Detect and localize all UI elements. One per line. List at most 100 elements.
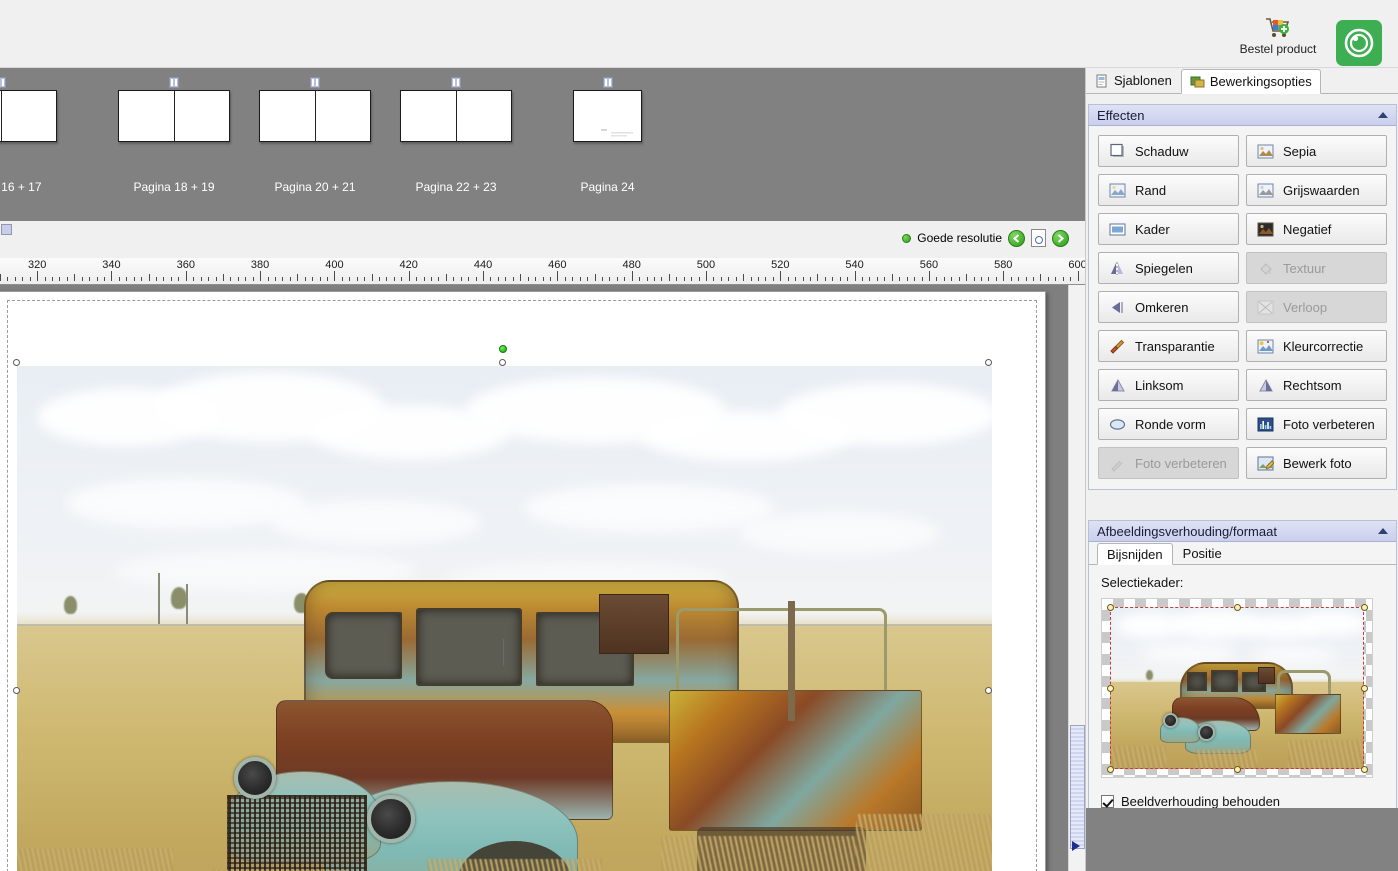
ruler-tick <box>208 277 209 281</box>
crop-marquee[interactable] <box>1110 607 1364 769</box>
ruler-tick <box>476 277 477 281</box>
effect-button-label: Spiegelen <box>1135 261 1193 276</box>
ruler-tick <box>119 277 120 281</box>
crop-handle-top-center[interactable] <box>1234 604 1241 611</box>
previous-photo-button[interactable] <box>1008 230 1025 247</box>
ruler-tick <box>7 277 8 281</box>
effects-section-header[interactable]: Effecten <box>1089 105 1396 126</box>
ruler-tick <box>134 277 135 281</box>
page-spread-thumb[interactable]: Pagina 16 + 17 <box>0 90 57 142</box>
effect-button-label: Grijswaarden <box>1283 183 1360 198</box>
effect-button-schaduw[interactable]: Schaduw <box>1098 135 1239 167</box>
magic-wand-icon <box>1109 455 1126 472</box>
tab-bijsnijden[interactable]: Bijsnijden <box>1097 543 1173 565</box>
ruler-tick <box>513 277 514 281</box>
effect-button-kader[interactable]: Kader <box>1098 213 1239 245</box>
chevron-up-icon[interactable] <box>1378 528 1388 534</box>
canvas-vertical-scrollbar[interactable] <box>1068 285 1085 871</box>
selected-photo[interactable] <box>17 366 992 871</box>
resize-handle-top-right[interactable] <box>985 359 992 366</box>
ruler-tick <box>141 277 142 281</box>
page-spread-thumb[interactable]: Pagina 18 + 19 <box>118 90 230 142</box>
effect-button-omkeren[interactable]: Omkeren <box>1098 291 1239 323</box>
brand-logo-button[interactable] <box>1336 20 1382 66</box>
resize-handle-top-left[interactable] <box>13 359 20 366</box>
effect-button-ronde-vorm[interactable]: Ronde vorm <box>1098 408 1239 440</box>
effect-button-negatief[interactable]: Negatief <box>1246 213 1387 245</box>
effect-button-transparantie[interactable]: Transparantie <box>1098 330 1239 362</box>
tab-positie[interactable]: Positie <box>1173 542 1232 564</box>
preview-document-button[interactable] <box>1031 229 1046 247</box>
chevron-up-icon[interactable] <box>1378 112 1388 118</box>
ruler-tick <box>498 277 499 281</box>
ruler-tick <box>580 277 581 281</box>
panel-bottom-filler <box>1086 808 1398 871</box>
ruler-tick <box>825 277 826 281</box>
effect-button-grijswaarden[interactable]: Grijswaarden <box>1246 174 1387 206</box>
ruler-tick <box>959 277 960 281</box>
ruler-tick <box>773 277 774 281</box>
crop-handle-top-left[interactable] <box>1107 604 1114 611</box>
crop-handle-bottom-right[interactable] <box>1361 766 1368 773</box>
ruler-tick <box>988 277 989 281</box>
next-photo-button[interactable] <box>1052 230 1069 247</box>
crop-handle-middle-right[interactable] <box>1361 685 1368 692</box>
effect-button-foto-verbeteren[interactable]: Foto verbeteren <box>1246 408 1387 440</box>
ruler-tick <box>713 277 714 281</box>
page-spread-thumb[interactable]: Pagina 22 + 23 <box>400 90 512 142</box>
ruler-tick <box>268 277 269 281</box>
effect-button-label: Foto verbeteren <box>1135 456 1227 471</box>
ruler-tick <box>951 277 952 281</box>
resize-handle-middle-left[interactable] <box>13 687 20 694</box>
rotate-right-icon <box>1257 377 1274 394</box>
ruler-tick <box>736 277 737 281</box>
ruler-tick <box>193 277 194 281</box>
resize-handle-top-center[interactable] <box>499 359 506 366</box>
effect-button-sepia[interactable]: Sepia <box>1246 135 1387 167</box>
effect-button-rechtsom[interactable]: Rechtsom <box>1246 369 1387 401</box>
page-content-marks-icon <box>599 126 639 138</box>
effect-button-label: Transparantie <box>1135 339 1215 354</box>
crop-handle-middle-left[interactable] <box>1107 685 1114 692</box>
page-spread-thumb[interactable]: Pagina 24 <box>573 90 642 142</box>
ruler-tick <box>981 277 982 281</box>
crop-handle-bottom-center[interactable] <box>1234 766 1241 773</box>
ruler-tick <box>855 271 856 281</box>
spread-grip-icon[interactable] <box>169 77 179 88</box>
crop-handle-bottom-left[interactable] <box>1107 766 1114 773</box>
page-sheet[interactable] <box>0 291 1046 871</box>
ellipse-shape-icon <box>1109 416 1126 433</box>
page-spread-thumb[interactable]: Pagina 20 + 21 <box>259 90 371 142</box>
scroll-down-arrow[interactable] <box>1072 841 1080 851</box>
tab-bewerkingsopties[interactable]: Bewerkingsopties <box>1181 69 1321 94</box>
effect-button-label: Rechtsom <box>1283 378 1342 393</box>
crop-panel-body: Selectiekader: <box>1089 565 1396 786</box>
template-page-icon <box>1095 74 1109 88</box>
order-product-button[interactable]: Bestel product <box>1220 16 1336 56</box>
ruler-tick <box>290 277 291 281</box>
effect-button-bewerk-foto[interactable]: Bewerk foto <box>1246 447 1387 479</box>
crop-preview-stage[interactable] <box>1101 598 1373 778</box>
crop-handle-top-right[interactable] <box>1361 604 1368 611</box>
spread-grip-icon[interactable] <box>310 77 320 88</box>
ruler-tick <box>305 277 306 281</box>
page-thumbnail-strip[interactable]: Pagina 16 + 17 Pagina 18 + 19 Pagina 20 … <box>0 68 1085 221</box>
effect-button-rand[interactable]: Rand <box>1098 174 1239 206</box>
rotate-handle[interactable] <box>499 345 507 353</box>
keep-aspect-ratio-checkbox[interactable] <box>1101 795 1114 808</box>
effect-button-kleurcorrectie[interactable]: Kleurcorrectie <box>1246 330 1387 362</box>
spread-grip-icon[interactable] <box>603 77 613 88</box>
ruler-tick <box>490 277 491 281</box>
aspect-section-header[interactable]: Afbeeldingsverhouding/formaat <box>1089 521 1396 542</box>
scrollbar-thumb[interactable] <box>1070 725 1085 849</box>
effect-button-spiegelen[interactable]: Spiegelen <box>1098 252 1239 284</box>
spread-grip-icon[interactable] <box>0 77 6 88</box>
spread-grip-icon[interactable] <box>451 77 461 88</box>
tab-sjablonen[interactable]: Sjablonen <box>1086 68 1181 93</box>
resize-handle-middle-right[interactable] <box>985 687 992 694</box>
design-canvas[interactable] <box>0 285 1068 871</box>
ruler-tick <box>37 271 38 281</box>
effect-button-linksom[interactable]: Linksom <box>1098 369 1239 401</box>
sepia-photo-icon <box>1257 143 1274 160</box>
strip-resize-handle[interactable] <box>1 224 12 235</box>
